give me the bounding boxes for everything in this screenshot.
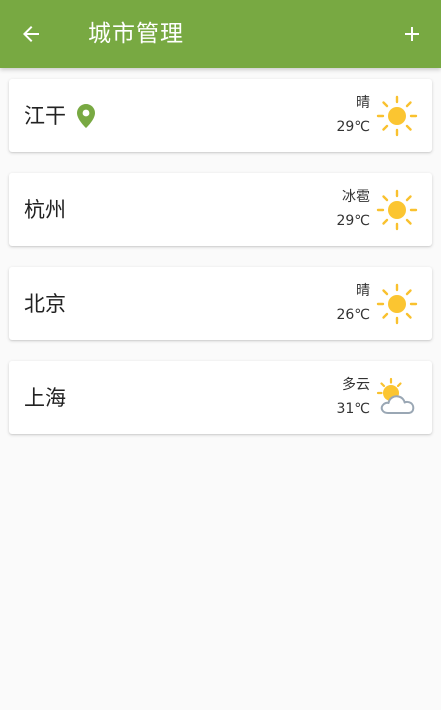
- temperature: 29℃: [336, 119, 370, 135]
- arrow-left-icon: [23, 26, 39, 42]
- sun-icon: [376, 189, 418, 231]
- sun-icon: [376, 283, 418, 325]
- back-button[interactable]: [14, 17, 48, 51]
- city-list: 江干 晴 29℃ 杭州 冰雹 29℃ 北京 晴 26℃ 上海 多云 31℃: [9, 79, 432, 455]
- page-title: 城市管理: [88, 21, 184, 47]
- city-name-row: 江干: [24, 101, 96, 131]
- city-name: 杭州: [24, 198, 66, 222]
- weather-info: 晴 29℃: [336, 93, 370, 137]
- weather-condition: 晴: [356, 283, 370, 299]
- city-name: 江干: [24, 104, 66, 128]
- city-card[interactable]: 上海 多云 31℃: [9, 361, 432, 434]
- temperature: 31℃: [336, 401, 370, 417]
- cloud-sun-icon: [376, 377, 415, 414]
- city-card[interactable]: 北京 晴 26℃: [9, 267, 432, 340]
- location-pin-icon: [76, 103, 96, 129]
- city-name-row: 杭州: [24, 195, 66, 225]
- weather-info: 多云 31℃: [336, 375, 370, 419]
- weather-info: 晴 26℃: [336, 281, 370, 325]
- city-card[interactable]: 江干 晴 29℃: [9, 79, 432, 152]
- weather-condition: 冰雹: [342, 189, 370, 205]
- temperature: 26℃: [336, 307, 370, 323]
- weather-condition: 多云: [342, 377, 370, 393]
- sun-icon: [376, 95, 418, 137]
- city-name-row: 北京: [24, 289, 66, 319]
- plus-icon: [405, 27, 419, 41]
- weather-condition: 晴: [356, 95, 370, 111]
- city-name: 上海: [24, 386, 66, 410]
- app-bar: 城市管理: [0, 0, 441, 68]
- city-name-row: 上海: [24, 383, 66, 413]
- city-name: 北京: [24, 292, 66, 316]
- add-city-button[interactable]: [395, 17, 429, 51]
- city-card[interactable]: 杭州 冰雹 29℃: [9, 173, 432, 246]
- temperature: 29℃: [336, 213, 370, 229]
- weather-info: 冰雹 29℃: [336, 187, 370, 231]
